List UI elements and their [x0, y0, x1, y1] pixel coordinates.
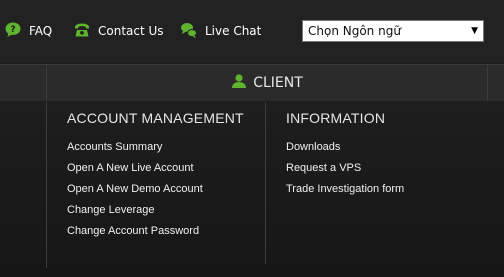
main-nav-bar: CLIENT	[0, 64, 504, 102]
column-divider-middle	[265, 102, 266, 264]
nav-item-left[interactable]	[0, 65, 47, 101]
menu-link-change-account-password[interactable]: Change Account Password	[67, 225, 199, 237]
contact-us-link[interactable]: Contact Us	[73, 21, 164, 41]
menu-link-trade-investigation-form[interactable]: Trade Investigation form	[286, 183, 404, 195]
live-chat-link-label: Live Chat	[205, 24, 262, 38]
menu-link-open-live-account[interactable]: Open A New Live Account	[67, 162, 194, 174]
faq-link[interactable]: ? FAQ	[4, 21, 52, 41]
account-management-heading: ACCOUNT MANAGEMENT	[67, 110, 244, 126]
chat-bubbles-icon	[180, 21, 198, 42]
live-chat-link[interactable]: Live Chat	[180, 21, 261, 41]
menu-link-request-vps[interactable]: Request a VPS	[286, 162, 361, 174]
svg-text:?: ?	[10, 25, 15, 35]
contact-us-link-label: Contact Us	[98, 24, 164, 38]
menu-link-change-leverage[interactable]: Change Leverage	[67, 204, 154, 216]
dropdown-arrow-icon: ▼	[471, 26, 478, 36]
faq-link-label: FAQ	[29, 24, 53, 38]
nav-item-right[interactable]	[487, 65, 504, 101]
menu-link-accounts-summary[interactable]: Accounts Summary	[67, 141, 162, 153]
menu-link-downloads[interactable]: Downloads	[286, 141, 340, 153]
language-select[interactable]: Chọn Ngôn ngữ ▼	[302, 20, 484, 42]
column-divider-left	[46, 102, 47, 268]
menu-link-open-demo-account[interactable]: Open A New Demo Account	[67, 183, 203, 195]
nav-item-client[interactable]: CLIENT	[47, 65, 487, 101]
language-select-value: Chọn Ngôn ngữ	[308, 24, 401, 38]
user-icon	[231, 73, 247, 93]
top-bar: ? FAQ Contact Us Live Chat Chọn Ngôn ngữ	[0, 0, 504, 63]
phone-icon	[73, 21, 91, 42]
nav-item-client-label: CLIENT	[253, 75, 303, 91]
help-bubble-icon: ?	[4, 21, 22, 42]
information-heading: INFORMATION	[286, 110, 386, 126]
